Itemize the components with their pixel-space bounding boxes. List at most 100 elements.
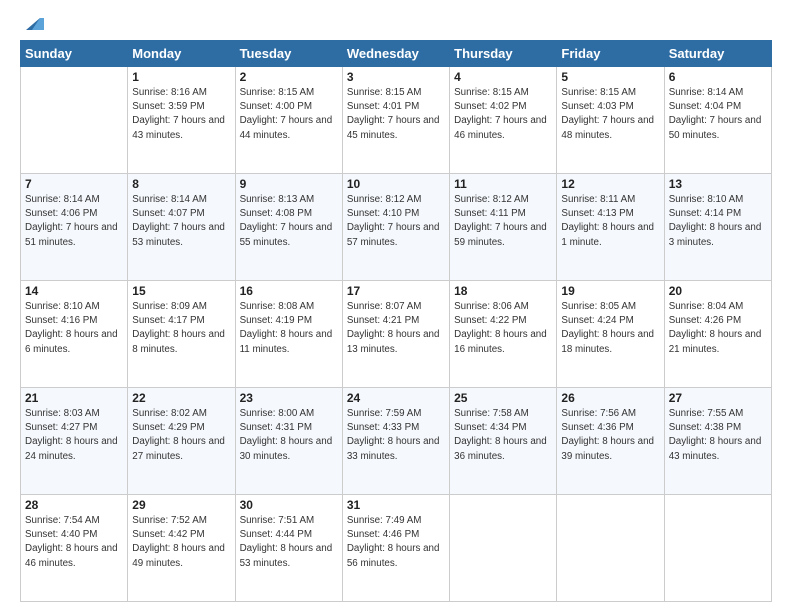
day-detail: Sunrise: 8:16 AMSunset: 3:59 PMDaylight:… (132, 86, 230, 143)
day-detail: Sunrise: 8:07 AMSunset: 4:21 PMDaylight:… (347, 300, 445, 357)
day-detail: Sunrise: 7:52 AMSunset: 4:42 PMDaylight:… (132, 514, 230, 571)
day-detail: Sunrise: 8:12 AMSunset: 4:10 PMDaylight:… (347, 193, 445, 250)
day-number: 16 (240, 284, 338, 298)
day-number: 15 (132, 284, 230, 298)
day-number: 22 (132, 391, 230, 405)
day-number: 20 (669, 284, 767, 298)
day-detail: Sunrise: 8:14 AMSunset: 4:07 PMDaylight:… (132, 193, 230, 250)
weekday-header-saturday: Saturday (664, 41, 771, 67)
day-detail: Sunrise: 8:15 AMSunset: 4:01 PMDaylight:… (347, 86, 445, 143)
day-detail: Sunrise: 8:03 AMSunset: 4:27 PMDaylight:… (25, 407, 123, 464)
day-number: 12 (561, 177, 659, 191)
calendar-cell: 17 Sunrise: 8:07 AMSunset: 4:21 PMDayligh… (342, 281, 449, 388)
calendar-cell: 18Sunrise: 8:06 AMSunset: 4:22 PMDayligh… (450, 281, 557, 388)
weekday-header-tuesday: Tuesday (235, 41, 342, 67)
day-detail: Sunrise: 8:15 AMSunset: 4:00 PMDaylight:… (240, 86, 338, 143)
calendar-cell: 20Sunrise: 8:04 AMSunset: 4:26 PMDayligh… (664, 281, 771, 388)
calendar-cell: 30Sunrise: 7:51 AMSunset: 4:44 PMDayligh… (235, 495, 342, 602)
week-row-3: 21 Sunrise: 8:03 AMSunset: 4:27 PMDayligh… (21, 388, 772, 495)
day-detail: Sunrise: 8:12 AMSunset: 4:11 PMDaylight:… (454, 193, 552, 250)
calendar-cell: 14 Sunrise: 8:10 AMSunset: 4:16 PMDayligh… (21, 281, 128, 388)
day-number: 29 (132, 498, 230, 512)
day-number: 2 (240, 70, 338, 84)
day-number: 6 (669, 70, 767, 84)
day-number: 8 (132, 177, 230, 191)
day-number: 26 (561, 391, 659, 405)
week-row-0: 1 Sunrise: 8:16 AMSunset: 3:59 PMDaylight… (21, 67, 772, 174)
calendar-cell: 16 Sunrise: 8:08 AMSunset: 4:19 PMDayligh… (235, 281, 342, 388)
day-detail: Sunrise: 8:02 AMSunset: 4:29 PMDaylight:… (132, 407, 230, 464)
header (20, 16, 772, 32)
day-detail: Sunrise: 7:59 AMSunset: 4:33 PMDaylight:… (347, 407, 445, 464)
calendar-cell: 24 Sunrise: 7:59 AMSunset: 4:33 PMDayligh… (342, 388, 449, 495)
day-number: 31 (347, 498, 445, 512)
day-detail: Sunrise: 7:54 AMSunset: 4:40 PMDaylight:… (25, 514, 123, 571)
day-detail: Sunrise: 8:10 AMSunset: 4:14 PMDaylight:… (669, 193, 767, 250)
calendar-cell: 3 Sunrise: 8:15 AMSunset: 4:01 PMDaylight… (342, 67, 449, 174)
calendar-cell: 21 Sunrise: 8:03 AMSunset: 4:27 PMDayligh… (21, 388, 128, 495)
calendar-cell: 10 Sunrise: 8:12 AMSunset: 4:10 PMDayligh… (342, 174, 449, 281)
day-number: 5 (561, 70, 659, 84)
week-row-4: 28Sunrise: 7:54 AMSunset: 4:40 PMDayligh… (21, 495, 772, 602)
day-number: 3 (347, 70, 445, 84)
day-number: 7 (25, 177, 123, 191)
day-detail: Sunrise: 8:14 AMSunset: 4:06 PMDaylight:… (25, 193, 123, 250)
day-detail: Sunrise: 8:09 AMSunset: 4:17 PMDaylight:… (132, 300, 230, 357)
day-detail: Sunrise: 8:11 AMSunset: 4:13 PMDaylight:… (561, 193, 659, 250)
calendar-cell: 25Sunrise: 7:58 AMSunset: 4:34 PMDayligh… (450, 388, 557, 495)
day-detail: Sunrise: 8:14 AMSunset: 4:04 PMDaylight:… (669, 86, 767, 143)
day-number: 19 (561, 284, 659, 298)
calendar-cell: 27 Sunrise: 7:55 AMSunset: 4:38 PMDayligh… (664, 388, 771, 495)
logo (20, 16, 44, 32)
day-number: 24 (347, 391, 445, 405)
day-number: 1 (132, 70, 230, 84)
week-row-2: 14 Sunrise: 8:10 AMSunset: 4:16 PMDayligh… (21, 281, 772, 388)
calendar-cell: 29 Sunrise: 7:52 AMSunset: 4:42 PMDayligh… (128, 495, 235, 602)
calendar-cell: 28Sunrise: 7:54 AMSunset: 4:40 PMDayligh… (21, 495, 128, 602)
page: SundayMondayTuesdayWednesdayThursdayFrid… (0, 0, 792, 612)
day-number: 10 (347, 177, 445, 191)
calendar-cell: 19 Sunrise: 8:05 AMSunset: 4:24 PMDayligh… (557, 281, 664, 388)
week-row-1: 7 Sunrise: 8:14 AMSunset: 4:06 PMDaylight… (21, 174, 772, 281)
day-number: 13 (669, 177, 767, 191)
day-detail: Sunrise: 8:13 AMSunset: 4:08 PMDaylight:… (240, 193, 338, 250)
day-detail: Sunrise: 8:08 AMSunset: 4:19 PMDaylight:… (240, 300, 338, 357)
weekday-header-friday: Friday (557, 41, 664, 67)
day-number: 23 (240, 391, 338, 405)
calendar-cell: 6 Sunrise: 8:14 AMSunset: 4:04 PMDaylight… (664, 67, 771, 174)
calendar-cell: 8 Sunrise: 8:14 AMSunset: 4:07 PMDaylight… (128, 174, 235, 281)
calendar-cell (664, 495, 771, 602)
day-number: 9 (240, 177, 338, 191)
day-detail: Sunrise: 7:56 AMSunset: 4:36 PMDaylight:… (561, 407, 659, 464)
day-detail: Sunrise: 8:15 AMSunset: 4:02 PMDaylight:… (454, 86, 552, 143)
calendar-cell: 5 Sunrise: 8:15 AMSunset: 4:03 PMDaylight… (557, 67, 664, 174)
calendar-cell (21, 67, 128, 174)
calendar-cell: 12 Sunrise: 8:11 AMSunset: 4:13 PMDayligh… (557, 174, 664, 281)
day-detail: Sunrise: 8:15 AMSunset: 4:03 PMDaylight:… (561, 86, 659, 143)
day-number: 17 (347, 284, 445, 298)
calendar-cell: 23Sunrise: 8:00 AMSunset: 4:31 PMDayligh… (235, 388, 342, 495)
calendar-cell: 4Sunrise: 8:15 AMSunset: 4:02 PMDaylight… (450, 67, 557, 174)
calendar-cell: 1 Sunrise: 8:16 AMSunset: 3:59 PMDaylight… (128, 67, 235, 174)
calendar-cell: 9 Sunrise: 8:13 AMSunset: 4:08 PMDaylight… (235, 174, 342, 281)
calendar-cell (450, 495, 557, 602)
weekday-header-wednesday: Wednesday (342, 41, 449, 67)
calendar-cell: 22 Sunrise: 8:02 AMSunset: 4:29 PMDayligh… (128, 388, 235, 495)
weekday-header-sunday: Sunday (21, 41, 128, 67)
logo-icon (22, 14, 44, 32)
day-detail: Sunrise: 8:05 AMSunset: 4:24 PMDaylight:… (561, 300, 659, 357)
day-number: 27 (669, 391, 767, 405)
calendar-cell: 2 Sunrise: 8:15 AMSunset: 4:00 PMDaylight… (235, 67, 342, 174)
day-number: 21 (25, 391, 123, 405)
day-detail: Sunrise: 7:55 AMSunset: 4:38 PMDaylight:… (669, 407, 767, 464)
calendar-cell: 31Sunrise: 7:49 AMSunset: 4:46 PMDayligh… (342, 495, 449, 602)
day-number: 14 (25, 284, 123, 298)
calendar-cell: 26 Sunrise: 7:56 AMSunset: 4:36 PMDayligh… (557, 388, 664, 495)
day-number: 11 (454, 177, 552, 191)
calendar-cell (557, 495, 664, 602)
day-detail: Sunrise: 8:10 AMSunset: 4:16 PMDaylight:… (25, 300, 123, 357)
weekday-header-thursday: Thursday (450, 41, 557, 67)
calendar-cell: 7 Sunrise: 8:14 AMSunset: 4:06 PMDaylight… (21, 174, 128, 281)
day-number: 25 (454, 391, 552, 405)
day-number: 30 (240, 498, 338, 512)
